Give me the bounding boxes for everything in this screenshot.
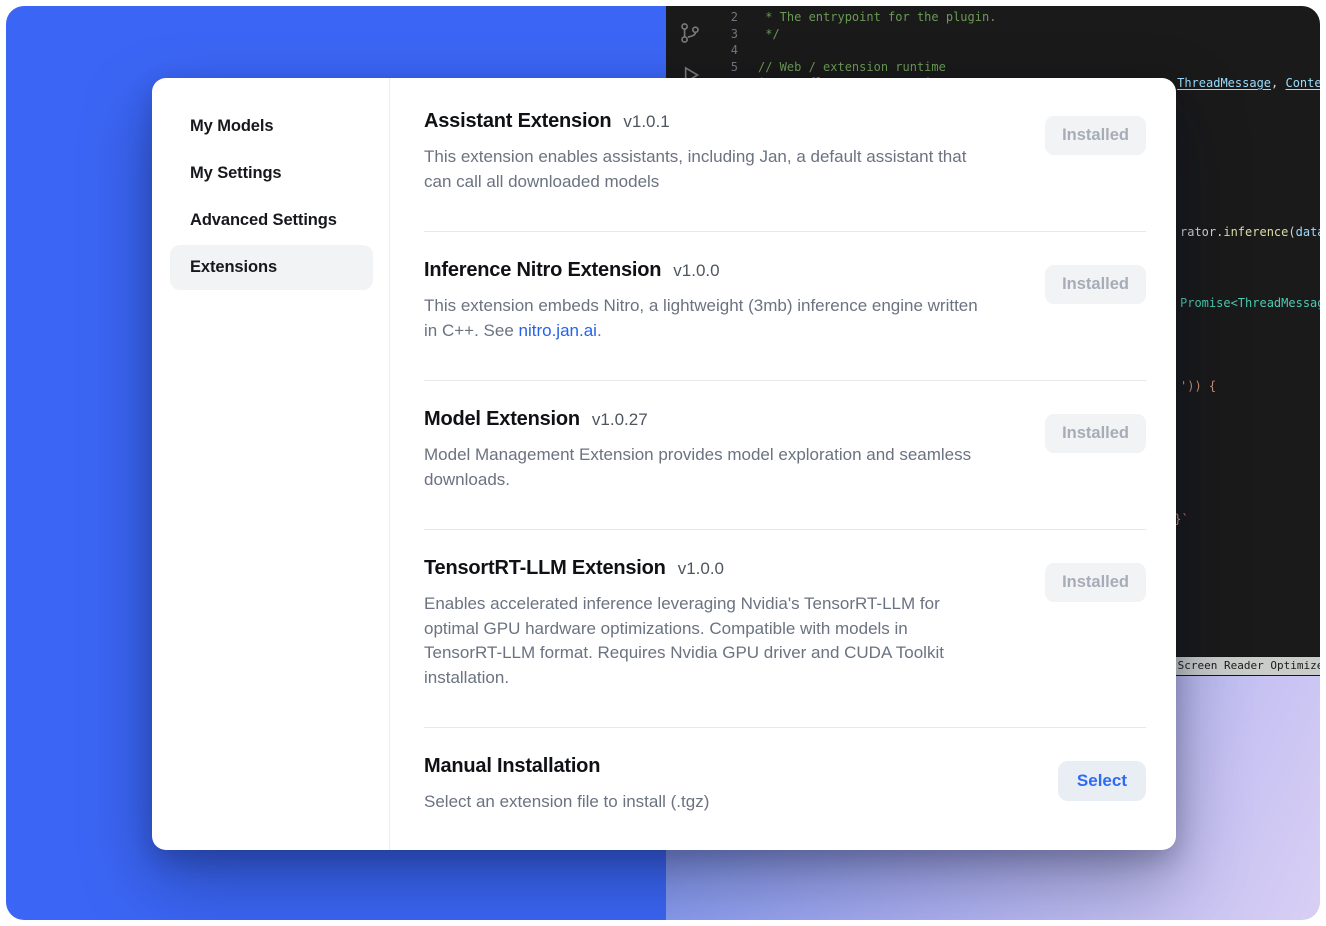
extension-name: Model Extensionv1.0.27 — [424, 408, 984, 431]
extension-version: v1.0.1 — [623, 112, 669, 131]
extension-item: Inference Nitro Extensionv1.0.0 This ext… — [424, 232, 1146, 381]
installed-button[interactable]: Installed — [1045, 414, 1146, 453]
extension-item: TensortRT-LLM Extensionv1.0.0 Enables ac… — [424, 530, 1146, 728]
extension-item: Assistant Extensionv1.0.1 This extension… — [424, 94, 1146, 232]
code-fragment: Promise<ThreadMessage> — [1180, 296, 1320, 310]
extension-version: v1.0.27 — [592, 410, 648, 429]
code-line: 5 // Web / extension runtime — [712, 59, 1320, 76]
extension-name: TensortRT-LLM Extensionv1.0.0 — [424, 557, 984, 580]
desktop-stage: 2 * The entrypoint for the plugin. 3 */ … — [6, 6, 1320, 920]
line-number: 5 — [712, 59, 758, 76]
line-number: 4 — [712, 42, 758, 59]
settings-nav: My Models My Settings Advanced Settings … — [152, 78, 390, 850]
extension-item: Model Extensionv1.0.27 Model Management … — [424, 381, 1146, 530]
extension-version: v1.0.0 — [678, 559, 724, 578]
extension-version: v1.0.0 — [673, 261, 719, 280]
extension-description: This extension embeds Nitro, a lightweig… — [424, 294, 984, 343]
line-number: 3 — [712, 26, 758, 43]
manual-installation-title: Manual Installation — [424, 755, 709, 778]
manual-installation-section: Manual Installation Select an extension … — [424, 728, 1146, 835]
installed-button[interactable]: Installed — [1045, 563, 1146, 602]
extension-description: Enables accelerated inference leveraging… — [424, 592, 984, 690]
code-fragment: ')) { — [1180, 379, 1216, 393]
installed-button[interactable]: Installed — [1045, 116, 1146, 155]
screen-reader-optimized-badge[interactable]: Screen Reader Optimized — [1170, 657, 1320, 675]
extension-description: This extension enables assistants, inclu… — [424, 145, 984, 194]
manual-installation-description: Select an extension file to install (.tg… — [424, 790, 709, 815]
extension-name: Assistant Extensionv1.0.1 — [424, 110, 984, 133]
settings-card: My Models My Settings Advanced Settings … — [152, 78, 1176, 850]
sidebar-item-my-settings[interactable]: My Settings — [170, 151, 373, 196]
code-line: 3 */ — [712, 26, 1320, 43]
code-line: 4 — [712, 42, 1320, 59]
code-fragment: rator.inference(data)); — [1180, 225, 1320, 239]
extension-description: Model Management Extension provides mode… — [424, 443, 984, 492]
sidebar-item-my-models[interactable]: My Models — [170, 104, 373, 149]
installed-button[interactable]: Installed — [1045, 265, 1146, 304]
extensions-list: Assistant Extensionv1.0.1 This extension… — [390, 78, 1176, 850]
sidebar-item-extensions[interactable]: Extensions — [170, 245, 373, 290]
extension-name: Inference Nitro Extensionv1.0.0 — [424, 259, 984, 282]
select-file-button[interactable]: Select — [1058, 761, 1146, 801]
sidebar-item-advanced-settings[interactable]: Advanced Settings — [170, 198, 373, 243]
line-number: 2 — [712, 9, 758, 26]
source-control-icon[interactable] — [677, 20, 703, 46]
code-line: 2 * The entrypoint for the plugin. — [712, 9, 1320, 26]
nitro-jan-ai-link[interactable]: nitro.jan.ai — [519, 321, 597, 340]
